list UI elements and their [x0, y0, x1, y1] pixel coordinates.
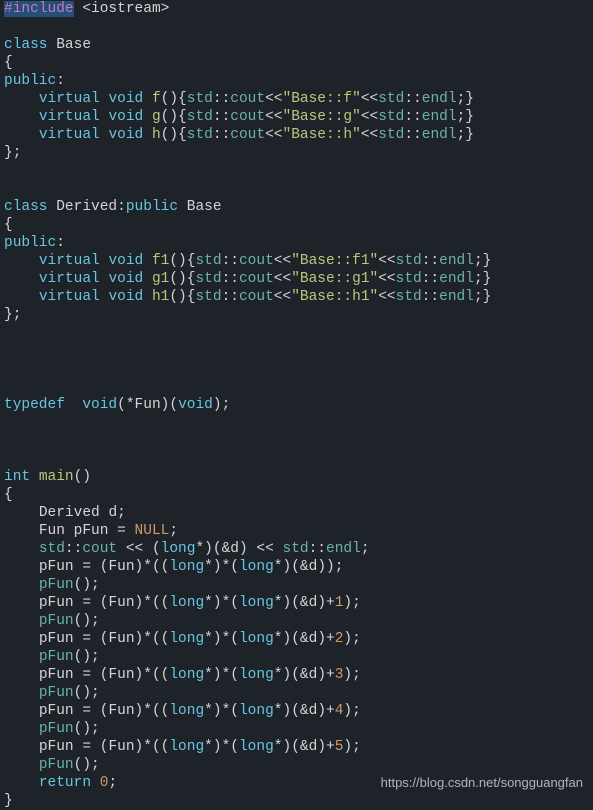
code-block: #include <iostream> class Base { public:… — [0, 0, 593, 810]
watermark-text: https://blog.csdn.net/songguangfan — [381, 774, 583, 792]
include-directive: #include — [4, 1, 74, 17]
